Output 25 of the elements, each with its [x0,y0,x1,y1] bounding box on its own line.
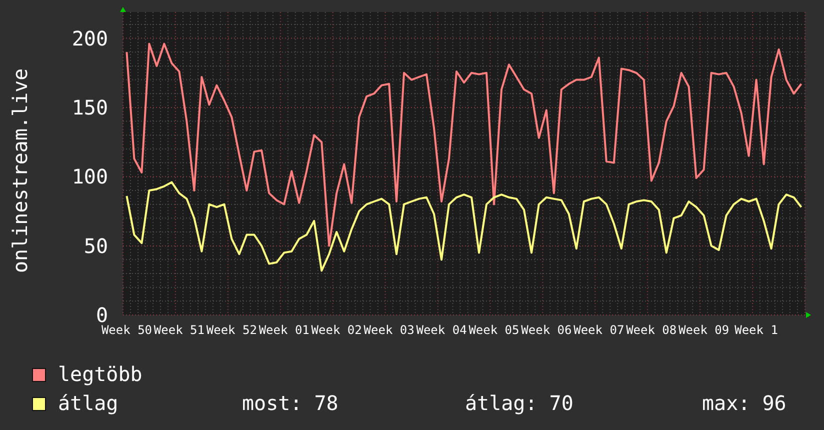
legend-stat: átlag: 70 [465,391,574,416]
legend-label: legtöbb [58,362,144,387]
x-tick-label: Week 1 [734,323,778,337]
x-tick-label: Week 09 [678,323,730,337]
legend-stat: most: 78 [242,391,340,416]
y-tick-label: 50 [84,234,108,258]
x-tick-label: Week 01 [258,323,310,337]
legend-label: átlag [58,391,120,416]
x-tick-label: Week 05 [468,323,520,337]
x-tick-label: Week 50 [101,323,152,337]
y-axis-title: onlinestream.live [8,68,32,273]
x-tick-label: Week 03 [364,323,414,337]
x-tick-label: Week 02 [311,323,362,337]
y-tick-label: 150 [72,95,108,120]
arrow-icon [806,312,811,318]
y-tick-label: 100 [72,164,108,189]
x-tick-label: Week 04 [416,323,467,337]
x-tick-label: Week 08 [626,323,677,337]
legend-stat: max: 96 [702,391,788,416]
x-tick-label: Week 06 [521,323,572,337]
x-tick-label: Week 52 [206,323,257,337]
x-tick-label: Week 51 [154,323,204,337]
arrow-icon [120,7,126,12]
y-tick-label: 200 [72,26,108,50]
x-tick-label: Week 07 [574,323,624,337]
